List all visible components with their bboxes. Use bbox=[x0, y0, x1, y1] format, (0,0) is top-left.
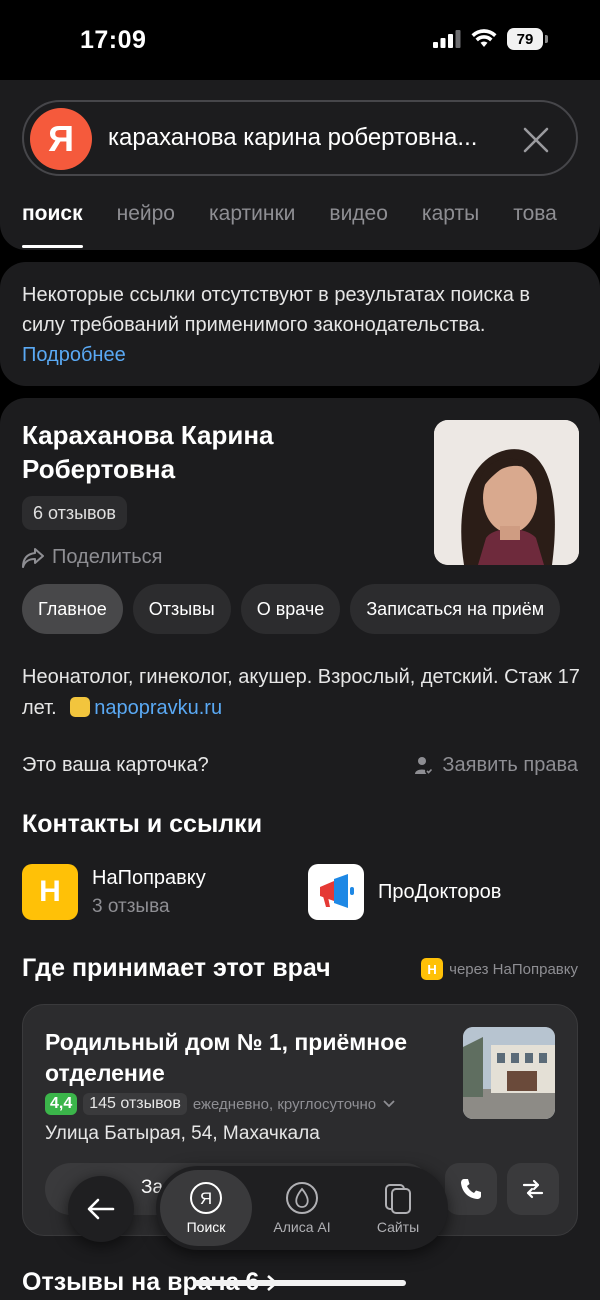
sites-icon bbox=[385, 1184, 411, 1214]
napopravku-icon bbox=[70, 697, 91, 717]
doctor-photo[interactable] bbox=[434, 420, 579, 565]
phone-icon bbox=[461, 1179, 481, 1199]
search-query[interactable]: караханова карина робертовна... bbox=[108, 124, 508, 152]
yandex-logo-icon[interactable]: Я bbox=[30, 108, 92, 170]
svg-text:Я: Я bbox=[200, 1189, 212, 1208]
contact-name: ПроДокторов bbox=[378, 880, 502, 903]
chip-book[interactable]: Записаться на приём bbox=[350, 584, 561, 634]
status-time: 17:09 bbox=[80, 26, 147, 54]
clinic-hours[interactable]: ежедневно, круглосуточно bbox=[193, 1096, 376, 1113]
claim-row: Это ваша карточка? Заявить права bbox=[22, 754, 578, 777]
home-indicator bbox=[194, 1280, 406, 1286]
status-icons: 79 bbox=[433, 28, 548, 50]
prodoctorov-logo-icon bbox=[308, 864, 364, 920]
share-icon bbox=[22, 547, 44, 568]
clinic-name: Родильный дом № 1, приёмное отделение bbox=[45, 1029, 408, 1086]
notice-text: Некоторые ссылки отсутствуют в результат… bbox=[22, 284, 531, 336]
tab-search[interactable]: поиск bbox=[22, 202, 83, 248]
tab-neuro[interactable]: нейро bbox=[117, 202, 175, 248]
via-source: Н через НаПоправку bbox=[421, 958, 578, 980]
nav-sites[interactable]: Сайты bbox=[352, 1170, 444, 1246]
signal-icon bbox=[433, 30, 461, 48]
nav-label: Алиса AI bbox=[273, 1219, 331, 1235]
napopravku-badge-icon: Н bbox=[421, 958, 444, 980]
claim-question: Это ваша карточка? bbox=[22, 754, 209, 776]
via-label: через НаПоправку bbox=[449, 960, 578, 978]
reviews-badge[interactable]: 6 отзывов bbox=[22, 496, 127, 530]
clinic-photo[interactable] bbox=[463, 1027, 555, 1119]
share-button[interactable]: Поделиться bbox=[22, 546, 162, 569]
contacts-title: Контакты и ссылки bbox=[22, 810, 263, 838]
clinic-address: Улица Батырая, 54, Махачкала bbox=[45, 1123, 320, 1144]
close-icon[interactable] bbox=[522, 126, 550, 154]
back-button[interactable] bbox=[68, 1176, 134, 1242]
doctor-name: Караханова Карина Робертовна bbox=[22, 420, 274, 484]
contacts-list: Н НаПоправку 3 отзыва ПроДокторов bbox=[22, 864, 578, 920]
wifi-icon bbox=[471, 29, 497, 47]
doctor-description: Неонатолог, гинеколог, акушер. Взрослый,… bbox=[22, 662, 582, 724]
tab-goods[interactable]: това bbox=[513, 202, 557, 248]
bottom-nav: Я Поиск Алиса AI Сайты bbox=[156, 1166, 448, 1250]
arrow-left-icon bbox=[87, 1198, 115, 1220]
contact-prodoctorov[interactable]: ПроДокторов bbox=[308, 864, 501, 920]
doctor-chips: Главное Отзывы О враче Записаться на при… bbox=[22, 584, 561, 634]
user-check-icon bbox=[415, 756, 434, 775]
call-button[interactable] bbox=[445, 1163, 497, 1215]
nav-label: Поиск bbox=[186, 1219, 226, 1235]
route-button[interactable] bbox=[507, 1163, 559, 1215]
battery-icon: 79 bbox=[507, 28, 548, 50]
route-icon bbox=[522, 1179, 544, 1199]
claim-label: Заявить права bbox=[442, 754, 578, 776]
share-label: Поделиться bbox=[52, 546, 163, 568]
tab-video[interactable]: видео bbox=[329, 202, 388, 248]
claim-button[interactable]: Заявить права bbox=[414, 754, 578, 777]
legal-notice: Некоторые ссылки отсутствуют в результат… bbox=[0, 262, 600, 386]
clinic-meta: 4,4 145 отзывов ежедневно, круглосуточно bbox=[45, 1093, 396, 1115]
nav-alice[interactable]: Алиса AI bbox=[256, 1170, 348, 1246]
chip-main[interactable]: Главное bbox=[22, 584, 123, 634]
chevron-down-icon[interactable] bbox=[382, 1099, 396, 1109]
tab-images[interactable]: картинки bbox=[209, 202, 295, 248]
clinic-rating: 4,4 bbox=[45, 1093, 78, 1115]
nav-search[interactable]: Я Поиск bbox=[160, 1170, 252, 1246]
contact-napopravku[interactable]: Н НаПоправку 3 отзыва bbox=[22, 864, 206, 920]
yandex-search-icon: Я bbox=[190, 1182, 222, 1214]
napopravku-logo-icon: Н bbox=[22, 864, 78, 920]
clinic-reviews[interactable]: 145 отзывов bbox=[83, 1093, 187, 1115]
doctor-card: Караханова Карина Робертовна 6 отзывов П… bbox=[0, 398, 600, 1300]
search-input[interactable]: Я караханова карина робертовна... bbox=[22, 100, 578, 176]
contact-reviews: 3 отзыва bbox=[92, 895, 170, 917]
notice-more-link[interactable]: Подробнее bbox=[22, 344, 126, 366]
chip-reviews[interactable]: Отзывы bbox=[132, 584, 231, 634]
chip-about[interactable]: О враче bbox=[240, 584, 341, 634]
status-bar: 17:09 79 bbox=[0, 0, 600, 80]
search-tabs: поиск нейро картинки видео карты това bbox=[22, 202, 557, 248]
search-panel: Я караханова карина робертовна... поиск … bbox=[0, 80, 600, 250]
contact-name: НаПоправку bbox=[92, 866, 206, 889]
locations-title: Где принимает этот врач bbox=[22, 954, 331, 982]
nav-label: Сайты bbox=[376, 1219, 420, 1235]
alice-icon bbox=[286, 1182, 318, 1214]
source-link[interactable]: napopravku.ru bbox=[94, 697, 222, 719]
tab-maps[interactable]: карты bbox=[422, 202, 479, 248]
battery-level: 79 bbox=[507, 28, 543, 50]
